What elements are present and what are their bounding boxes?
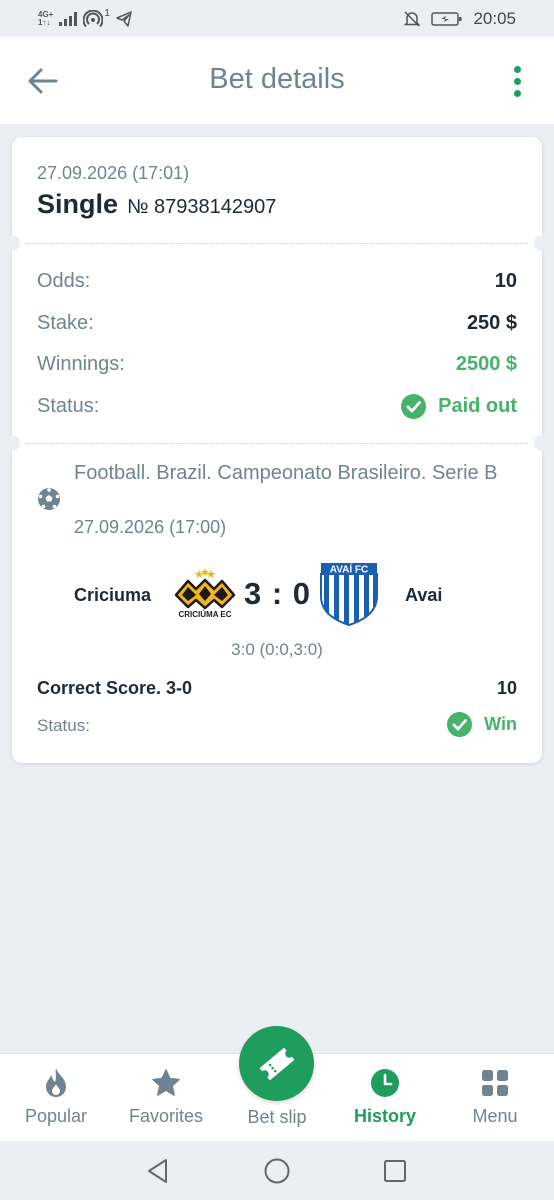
status-row: Status: Paid out: [37, 391, 517, 421]
signal-icon: [59, 11, 78, 26]
bet-slip-label[interactable]: Bet slip: [221, 1107, 333, 1128]
status-bar: 4G+ 1↑↓ 1 20:05: [0, 0, 554, 37]
stake-value: 250 $: [466, 311, 517, 334]
nav-popular[interactable]: Popular: [1, 1054, 111, 1142]
clock-time: 20:05: [473, 8, 516, 28]
wifi-hotspot-icon: [83, 9, 104, 27]
event-date: 27.09.2026 (17:00): [74, 517, 227, 537]
clock-icon: [371, 1069, 399, 1097]
winnings-value: 2500 $: [455, 352, 517, 375]
page-title: Bet details: [209, 63, 345, 95]
league-name: Football. Brazil. Campeonato Brasileiro.…: [74, 462, 498, 484]
event-status-value: Win: [484, 714, 517, 734]
nav-label: Menu: [472, 1106, 518, 1126]
team1-name: Criciuma: [74, 585, 152, 605]
winnings-row: Winnings: 2500 $: [37, 349, 517, 379]
odds-value: 10: [494, 269, 517, 292]
flame-icon: [46, 1068, 66, 1097]
home-circle-icon[interactable]: [263, 1157, 291, 1185]
score-detail: 3:0 (0:0,3:0): [231, 640, 323, 659]
nav-menu[interactable]: Menu: [440, 1054, 550, 1142]
divider: [26, 443, 528, 444]
status-value: Paid out: [438, 394, 517, 417]
recents-square-icon[interactable]: [381, 1157, 409, 1185]
football-icon: [38, 488, 60, 510]
nav-label: Favorites: [128, 1106, 204, 1126]
bet-slip-button[interactable]: [239, 1026, 314, 1101]
grid-icon: [482, 1070, 508, 1096]
wifi-badge: 1: [104, 8, 110, 19]
winnings-label: Winnings:: [37, 352, 125, 375]
app-header: Bet details: [0, 37, 554, 124]
odds-row: Odds: 10: [37, 266, 517, 296]
bet-date: 27.09.2026 (17:01): [37, 163, 190, 183]
stake-row: Stake: 250 $: [37, 308, 517, 338]
event-status-label: Status:: [37, 716, 90, 735]
nav-label: Popular: [24, 1106, 88, 1126]
back-triangle-icon[interactable]: [145, 1157, 173, 1185]
bet-card: 27.09.2026 (17:01) Single № 87938142907 …: [4, 137, 550, 763]
bet-number: № 87938142907: [127, 196, 277, 218]
avai-logo-icon: AVAÍ FC: [320, 563, 378, 626]
more-vertical-icon: [513, 65, 521, 73]
mute-bell-icon: [404, 10, 421, 27]
ticket-icon: [259, 1047, 294, 1080]
check-circle-icon: [447, 712, 473, 737]
nav-history[interactable]: History: [330, 1054, 440, 1142]
odds-label: Odds:: [37, 269, 91, 292]
svg-text:CRICIÚMA EC: CRICIÚMA EC: [178, 610, 231, 619]
divider: [26, 243, 528, 244]
market-odds: 10: [496, 678, 517, 698]
more-options-button[interactable]: [502, 63, 532, 99]
criciuma-logo-icon: CRICIÚMA EC: [174, 568, 236, 619]
star-icon: [152, 1069, 180, 1096]
network-indicator: 4G+ 1↑↓: [38, 9, 54, 27]
nav-label: History: [353, 1106, 416, 1126]
score: 3 : 0: [244, 576, 312, 611]
nav-favorites[interactable]: Favorites: [111, 1054, 221, 1142]
team2-name: Avai: [405, 585, 443, 605]
stake-label: Stake:: [37, 311, 94, 334]
bet-type: Single: [37, 189, 119, 219]
check-circle-icon: [401, 393, 427, 419]
battery-icon: [431, 11, 462, 26]
status-label: Status:: [37, 394, 100, 417]
telegram-icon: [116, 10, 132, 27]
system-nav-bar: [0, 1141, 554, 1200]
market-name: Correct Score. 3-0: [37, 678, 193, 698]
